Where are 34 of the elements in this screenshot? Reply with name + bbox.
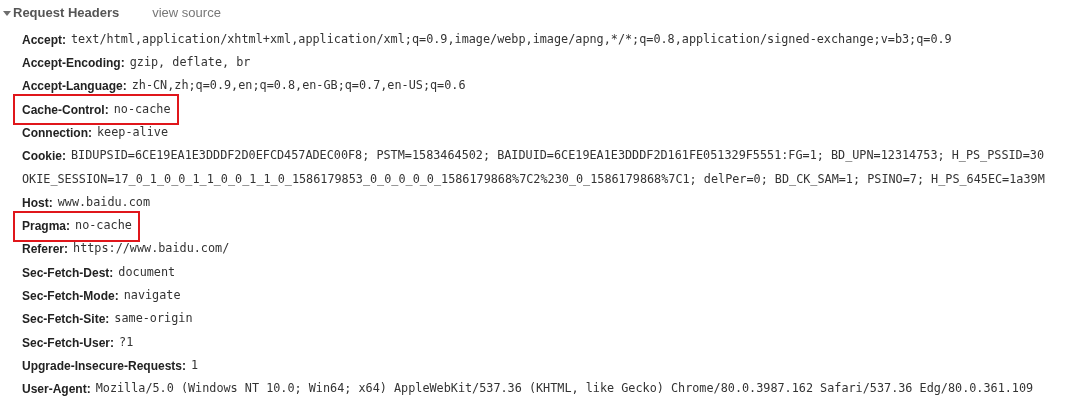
header-name: Referer:	[22, 241, 69, 259]
header-name: Upgrade-Insecure-Requests:	[22, 357, 187, 375]
header-name: Accept-Encoding:	[22, 54, 125, 72]
section-title[interactable]: Request Headers	[13, 3, 120, 23]
header-value: keep-alive	[97, 124, 169, 141]
header-value: ?1	[119, 333, 134, 351]
header-name: Host:	[22, 194, 53, 212]
header-value: Mozilla/5.0 (Windows NT 10.0; Win64; x64) AppleWebKit/537.36 (KHTML, like Gecko) Chrome/80.0.3987.162 Safari/537.36 Edg/80.0.361.109	[95, 380, 1034, 398]
view-source-link[interactable]: view source	[152, 3, 221, 23]
header-value: https://www.baidu.com/	[73, 240, 230, 258]
header-name: User-Agent:	[22, 381, 91, 399]
header-name: Cache-Control:	[22, 101, 109, 119]
header-value: www.baidu.com	[57, 193, 150, 211]
header-name: Pragma:	[22, 218, 71, 236]
header-name: Sec-Fetch-Dest:	[22, 264, 114, 282]
header-name: Cookie:	[22, 148, 66, 166]
header-name: Accept:	[22, 31, 66, 49]
header-name: Sec-Fetch-User:	[22, 334, 115, 352]
header-value: zh-CN,zh;q=0.9,en;q=0.8,en-GB;q=0.7,en-US;q=0.6	[131, 77, 466, 95]
header-name: Connection:	[22, 124, 92, 142]
header-value: same-origin	[114, 310, 193, 328]
header-value: navigate	[123, 287, 181, 305]
header-name: Sec-Fetch-Mode:	[22, 287, 119, 305]
header-value: text/html,application/xhtml+xml,application/xml;q=0.9,image/webp,image/apng,*/*;q=0.8,application/signed-exchange;v=b3;q=0.9	[71, 30, 952, 48]
header-value: BIDUPSID=6CE19EA1E3DDDF2D0EFCD457ADEC00F8; PSTM=1583464502; BAIDUID=6CE19EA1E3DDDF2D161FE051329F5551:FG=1; BD_UPN=12314753; H_PS_PSSID=30	[71, 147, 1045, 165]
header-name: Accept-Language:	[22, 78, 127, 96]
header-value: 1	[191, 356, 199, 374]
triangle-icon[interactable]	[3, 9, 11, 17]
header-value: no-cache	[75, 217, 132, 235]
header-value: document	[118, 263, 176, 281]
header-value: gzip, deflate, br	[129, 54, 251, 72]
header-value: no-cache	[113, 100, 171, 118]
header-name: Sec-Fetch-Site:	[22, 311, 110, 329]
header-value: OKIE_SESSION=17_0_1_0_0_1_1_0_0_1_1_0_1586179853_0_0_0_0_0_1586179868%7C2%230_0_1586179868%7C1; delPer=0; BD_CK_SAM=1; PSINO=7; H_PS_645EC=1a39M	[22, 170, 1045, 188]
